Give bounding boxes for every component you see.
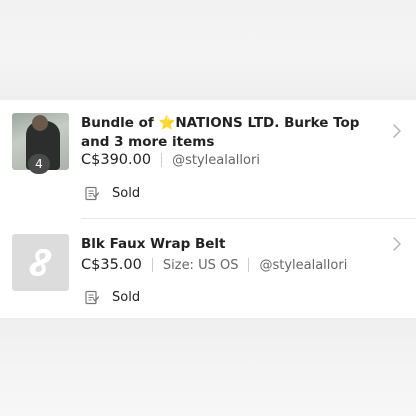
listing-price: C$35.00 (81, 257, 142, 273)
background-bottom (0, 318, 416, 416)
meta-separator (161, 153, 163, 167)
meta-separator (151, 258, 153, 272)
sold-tag-icon (85, 290, 100, 305)
listings-card: 4 Bundle of ⭐NATIONS LTD. Burke Top and … (0, 100, 416, 318)
listing-price: C$390.00 (81, 152, 152, 168)
listing-status: Sold (84, 185, 140, 201)
status-label: Sold (112, 289, 141, 305)
star-icon: ⭐ (158, 115, 176, 131)
listing-meta: C$35.00 Size: US OS @stylealallori (81, 257, 347, 273)
listing-status: Sold (84, 289, 140, 305)
bundle-count-badge: 4 (28, 154, 50, 174)
title-prefix: Bundle of (81, 115, 159, 131)
placeholder-logo-icon (29, 248, 52, 277)
photo-head (32, 115, 48, 131)
chevron-right-icon[interactable] (392, 124, 402, 138)
background-top (0, 0, 416, 100)
listing-seller[interactable]: @stylealallori (172, 153, 260, 168)
listing-seller[interactable]: @stylealallori (259, 258, 347, 273)
listing-thumbnail[interactable] (12, 234, 69, 291)
listing-title[interactable]: Bundle of ⭐NATIONS LTD. Burke Top and 3 … (81, 114, 391, 152)
listing-title[interactable]: Blk Faux Wrap Belt (81, 235, 391, 254)
meta-separator (248, 258, 250, 272)
list-divider (81, 218, 416, 219)
chevron-right-icon[interactable] (392, 237, 402, 251)
sold-tag-icon (85, 186, 100, 201)
listing-size: Size: US OS (162, 257, 239, 273)
listing-meta: C$390.00 @stylealallori (81, 152, 260, 168)
status-label: Sold (112, 185, 141, 201)
